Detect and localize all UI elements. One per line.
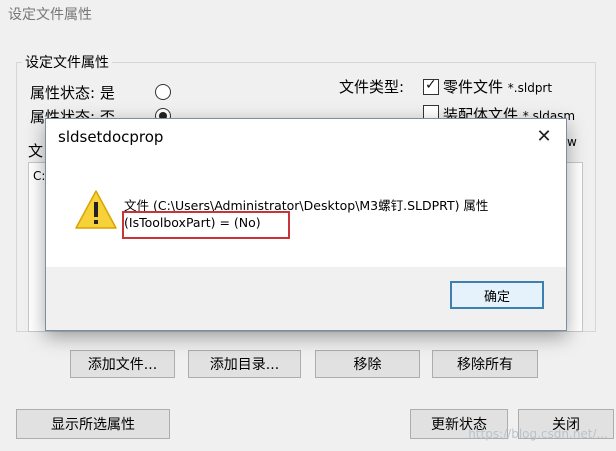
file-list-item[interactable]: C: bbox=[33, 169, 45, 183]
dialog-close-icon[interactable]: ✕ bbox=[532, 125, 556, 149]
ok-button[interactable]: 确定 bbox=[450, 281, 544, 309]
radio-yes-label: 属性状态: 是 bbox=[30, 84, 115, 102]
message-dialog: sldsetdocprop ✕ 文件 (C:\Users\Administrat… bbox=[45, 118, 567, 331]
watermark: https://blog.csdn.net/... bbox=[468, 427, 608, 441]
add-file-button[interactable]: 添加文件... bbox=[70, 350, 175, 378]
add-directory-button[interactable]: 添加目录... bbox=[188, 350, 301, 378]
remove-all-button[interactable]: 移除所有 bbox=[432, 350, 538, 378]
highlight-annotation bbox=[122, 211, 290, 239]
warning-icon bbox=[75, 190, 117, 229]
properties-group-label: 设定文件属性 bbox=[22, 52, 112, 72]
dialog-title: sldsetdocprop bbox=[58, 128, 164, 146]
remove-button[interactable]: 移除 bbox=[315, 350, 420, 378]
radio-yes[interactable] bbox=[155, 84, 171, 100]
checkbox-part-file-label: 零件文件 *.sldprt bbox=[443, 78, 553, 96]
file-list-label: 文 bbox=[28, 142, 44, 160]
file-type-label: 文件类型: bbox=[339, 78, 405, 96]
window-title: 设定文件属性 bbox=[8, 7, 92, 23]
checkbox-part-file[interactable] bbox=[423, 77, 439, 95]
show-selected-properties-button[interactable]: 显示所选属性 bbox=[16, 409, 170, 439]
side-fragment: w bbox=[567, 135, 577, 149]
